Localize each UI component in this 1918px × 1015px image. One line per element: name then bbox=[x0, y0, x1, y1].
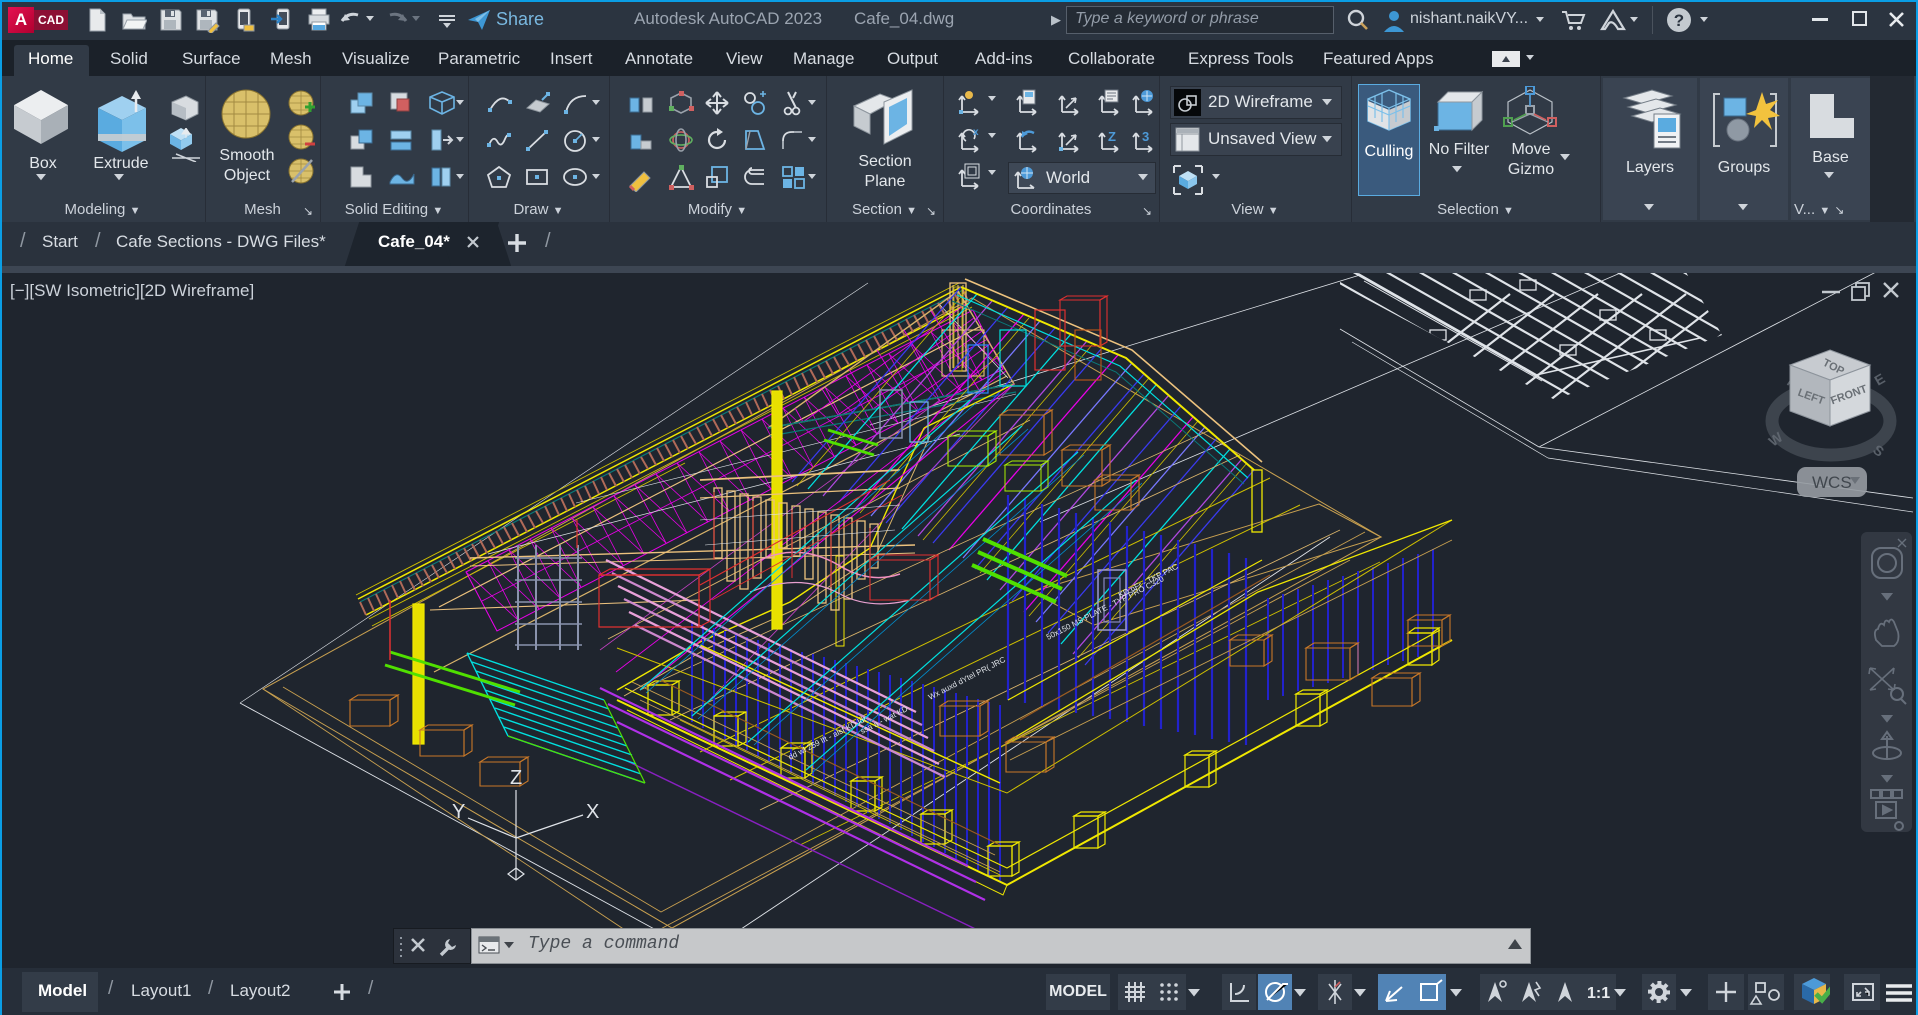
svg-text:x: x bbox=[973, 127, 979, 138]
svg-text:?: ? bbox=[1674, 11, 1684, 30]
svg-text:3: 3 bbox=[1142, 129, 1149, 144]
svg-text:Z: Z bbox=[510, 767, 522, 789]
svg-text:Y: Y bbox=[452, 801, 465, 823]
svg-text:1:1: 1:1 bbox=[1587, 985, 1610, 1002]
svg-text:WCS: WCS bbox=[1812, 473, 1852, 492]
svg-text:E: E bbox=[1872, 370, 1888, 389]
svg-text:Z: Z bbox=[1108, 129, 1116, 144]
svg-text:X: X bbox=[586, 801, 599, 823]
